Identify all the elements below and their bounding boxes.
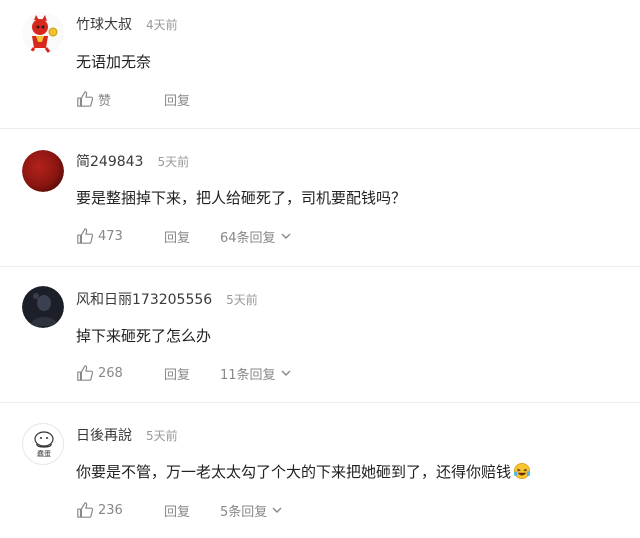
comment-actions: 236 回复 5条回复 xyxy=(76,500,283,520)
like-count: 赞 xyxy=(98,93,112,109)
reply-count: 11条回复 xyxy=(220,367,276,383)
view-replies-button[interactable]: 5条回复 xyxy=(220,501,283,520)
user-avatar[interactable]: 蠢蛋 xyxy=(22,423,64,465)
comment-time: 5天前 xyxy=(157,155,190,169)
comment-username[interactable]: 竹球大叔 xyxy=(76,17,132,33)
comment-actions: 473 回复 64条回复 xyxy=(76,226,292,246)
reply-button[interactable]: 回复 xyxy=(164,501,220,520)
comment-username-row: 简249843 5天前 xyxy=(76,151,189,171)
chevron-down-icon xyxy=(281,370,291,376)
comment-text: 掉下来砸死了怎么办 xyxy=(76,327,212,345)
reply-button[interactable]: 回复 xyxy=(164,90,220,109)
comment-text-row: 你要是不管，万一老太太勾了个大的下来把她砸到了，还得你赔钱 xyxy=(76,461,531,482)
avatar-caption: 蠢蛋 xyxy=(37,449,51,458)
comment-item: 简249843 5天前 要是整捆掉下来，把人给砸死了，司机要配钱吗？ 473 回复… xyxy=(0,129,640,267)
comment-actions: 赞 回复 xyxy=(76,89,220,109)
comment-text: 你要是不管，万一老太太勾了个大的下来把她砸到了，还得你赔钱 xyxy=(76,463,512,481)
view-replies-button[interactable]: 64条回复 xyxy=(220,227,292,246)
doodle-avatar-icon: 蠢蛋 xyxy=(23,424,63,464)
reply-count: 64条回复 xyxy=(220,230,276,246)
thumbs-up-icon xyxy=(77,91,94,107)
user-avatar[interactable] xyxy=(22,12,64,54)
laughing-tears-emoji-icon xyxy=(514,462,531,480)
like-button[interactable]: 268 xyxy=(76,364,164,382)
red-circle-avatar-icon xyxy=(22,150,64,192)
comment-time: 5天前 xyxy=(226,293,258,307)
like-count: 268 xyxy=(98,365,123,381)
user-avatar[interactable] xyxy=(22,150,64,192)
like-button[interactable]: 236 xyxy=(76,501,164,519)
comment-username-row: 风和日丽173205556 5天前 xyxy=(76,289,258,309)
reply-button[interactable]: 回复 xyxy=(164,227,220,246)
comment-item: 蠢蛋 日後再說 5天前 你要是不管，万一老太太勾了个大的下来把她砸到了，还得你赔钱… xyxy=(0,403,640,538)
thumbs-up-icon xyxy=(77,228,94,244)
comment-username[interactable]: 日後再說 xyxy=(76,428,132,444)
thumbs-up-icon xyxy=(77,365,94,381)
comment-username[interactable]: 简249843 xyxy=(76,154,143,170)
comment-username-row: 日後再說 5天前 xyxy=(76,425,178,445)
dark-photo-avatar-icon xyxy=(22,286,64,328)
like-count: 236 xyxy=(98,502,123,518)
comment-time: 4天前 xyxy=(146,18,178,32)
reply-count: 5条回复 xyxy=(220,504,268,520)
chevron-down-icon xyxy=(272,507,282,513)
comment-item: 风和日丽173205556 5天前 掉下来砸死了怎么办 268 回复 11条回复 xyxy=(0,267,640,403)
comment-actions: 268 回复 11条回复 xyxy=(76,363,292,383)
user-avatar[interactable] xyxy=(22,286,64,328)
comment-username[interactable]: 风和日丽173205556 xyxy=(76,292,212,308)
view-replies-button[interactable]: 11条回复 xyxy=(220,364,292,383)
comment-username-row: 竹球大叔 4天前 xyxy=(76,14,178,34)
like-button[interactable]: 赞 xyxy=(76,90,164,109)
cartoon-fox-avatar-icon xyxy=(22,12,64,54)
comment-text: 无语加无奈 xyxy=(76,53,152,71)
thumbs-up-icon xyxy=(77,502,94,518)
comment-time: 5天前 xyxy=(146,429,178,443)
comment-item: 竹球大叔 4天前 无语加无奈 赞 回复 xyxy=(0,0,640,129)
comment-text: 要是整捆掉下来，把人给砸死了，司机要配钱吗？ xyxy=(76,189,407,207)
reply-button[interactable]: 回复 xyxy=(164,364,220,383)
like-count: 473 xyxy=(98,228,123,244)
chevron-down-icon xyxy=(281,233,291,239)
like-button[interactable]: 473 xyxy=(76,227,164,245)
